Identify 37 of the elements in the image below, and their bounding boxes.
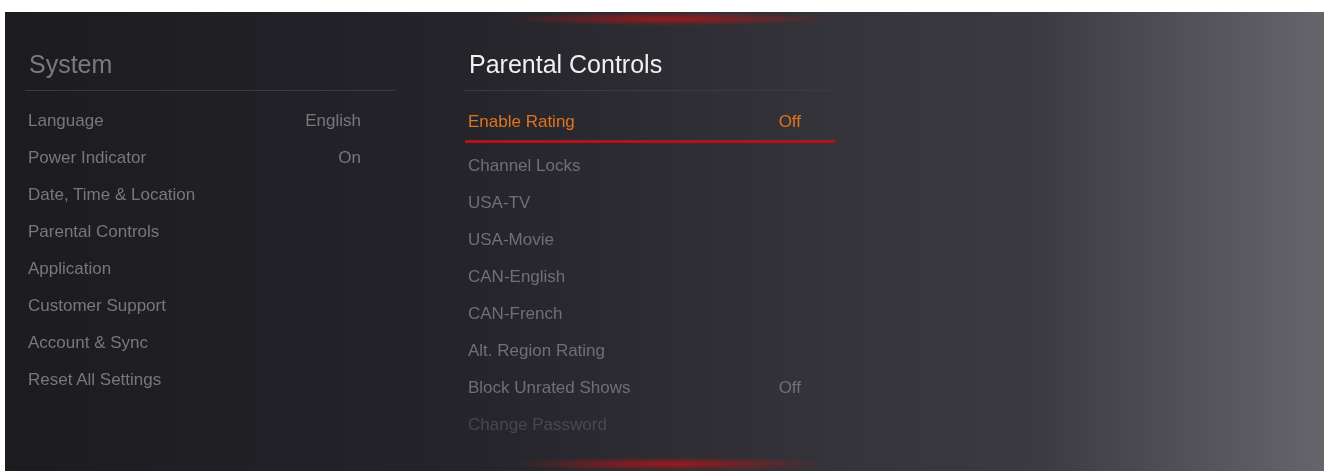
- submenu-item-label: CAN-English: [468, 267, 566, 287]
- menu-item-label: Date, Time & Location: [28, 185, 196, 205]
- submenu-item-label: USA-TV: [468, 193, 531, 213]
- submenu-item[interactable]: CAN-French: [465, 297, 835, 334]
- menu-item[interactable]: Power Indicator On: [25, 141, 395, 178]
- submenu-item-value: Off: [778, 112, 801, 132]
- menu-item-label: Account & Sync: [28, 333, 148, 353]
- menu-item-value: On: [338, 148, 361, 168]
- menu-item[interactable]: Account & Sync: [25, 326, 395, 363]
- menu-item-label: Reset All Settings: [28, 370, 162, 390]
- submenu-item[interactable]: Channel Locks: [465, 149, 835, 186]
- menu-item-value: English: [305, 111, 361, 131]
- menu-item-label: Language: [28, 111, 104, 131]
- submenu-item[interactable]: USA-Movie: [465, 223, 835, 260]
- menu-item-label: Application: [28, 259, 112, 279]
- submenu-item[interactable]: USA-TV: [465, 186, 835, 223]
- menu-title: System: [25, 12, 395, 91]
- submenu-item-label: Alt. Region Rating: [468, 341, 606, 361]
- submenu-item-label: Enable Rating: [468, 112, 575, 132]
- menu-item[interactable]: Parental Controls: [25, 215, 395, 252]
- submenu-item[interactable]: Enable Rating Off: [465, 104, 835, 143]
- menu-item-label: Customer Support: [28, 296, 166, 316]
- menu-item-label: Power Indicator: [28, 148, 147, 168]
- submenu-item-label: Block Unrated Shows: [468, 378, 631, 398]
- menu-item[interactable]: Reset All Settings: [25, 363, 395, 400]
- menu-item-label: Parental Controls: [28, 222, 160, 242]
- submenu-item-label: CAN-French: [468, 304, 563, 324]
- submenu-item[interactable]: CAN-English: [465, 260, 835, 297]
- menu-item[interactable]: Application: [25, 252, 395, 289]
- submenu-item-label: Channel Locks: [468, 156, 581, 176]
- menu-item[interactable]: Customer Support: [25, 289, 395, 326]
- submenu-item-label: USA-Movie: [468, 230, 554, 250]
- menu-item[interactable]: Language English: [25, 104, 395, 141]
- submenu-item-value: Off: [778, 378, 801, 398]
- submenu-item[interactable]: Alt. Region Rating: [465, 334, 835, 371]
- menu-item[interactable]: Date, Time & Location: [25, 178, 395, 215]
- submenu-item[interactable]: Block Unrated Shows Off: [465, 371, 835, 408]
